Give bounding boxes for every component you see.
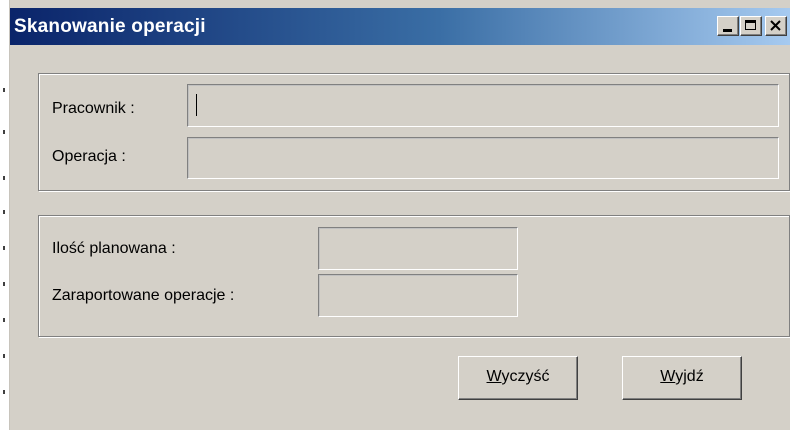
pracownik-label: Pracownik : xyxy=(52,100,135,117)
edge-mark xyxy=(3,318,5,322)
clear-button[interactable]: Wyczyść xyxy=(458,356,578,400)
minimize-button[interactable] xyxy=(717,16,739,36)
exit-button[interactable]: Wyjdź xyxy=(622,356,742,400)
ilosc-planowana-field[interactable] xyxy=(318,227,518,270)
clear-button-accel: W xyxy=(486,368,502,385)
edge-mark xyxy=(3,354,5,358)
edge-mark xyxy=(3,88,5,92)
zaraportowane-operacje-label: Zaraportowane operacje : xyxy=(52,287,235,304)
dialog-window: Skanowanie operacji Pracownik : Operacja… xyxy=(10,8,790,430)
edge-mark xyxy=(3,246,5,250)
zaraportowane-operacje-field[interactable] xyxy=(318,274,518,317)
ilosc-planowana-label: Ilość planowana : xyxy=(52,240,176,257)
edge-mark xyxy=(3,176,5,180)
title-bar[interactable]: Skanowanie operacji xyxy=(10,8,790,45)
maximize-button[interactable] xyxy=(740,16,762,36)
minimize-icon xyxy=(723,29,732,32)
close-button[interactable] xyxy=(765,16,787,36)
close-icon xyxy=(770,20,781,31)
operacja-label: Operacja : xyxy=(52,148,126,165)
maximize-icon xyxy=(745,20,756,30)
exit-button-label: yjdź xyxy=(675,368,704,385)
clear-button-label: yczyść xyxy=(501,368,550,385)
text-caret xyxy=(196,94,197,116)
operacja-field[interactable] xyxy=(187,137,779,179)
edge-mark xyxy=(3,130,5,134)
background-window-edge xyxy=(0,0,10,430)
edge-mark xyxy=(3,210,5,214)
exit-button-accel: W xyxy=(660,368,676,385)
pracownik-field[interactable] xyxy=(187,84,779,127)
window-title: Skanowanie operacji xyxy=(14,16,206,37)
edge-mark xyxy=(3,390,5,394)
edge-mark xyxy=(3,282,5,286)
